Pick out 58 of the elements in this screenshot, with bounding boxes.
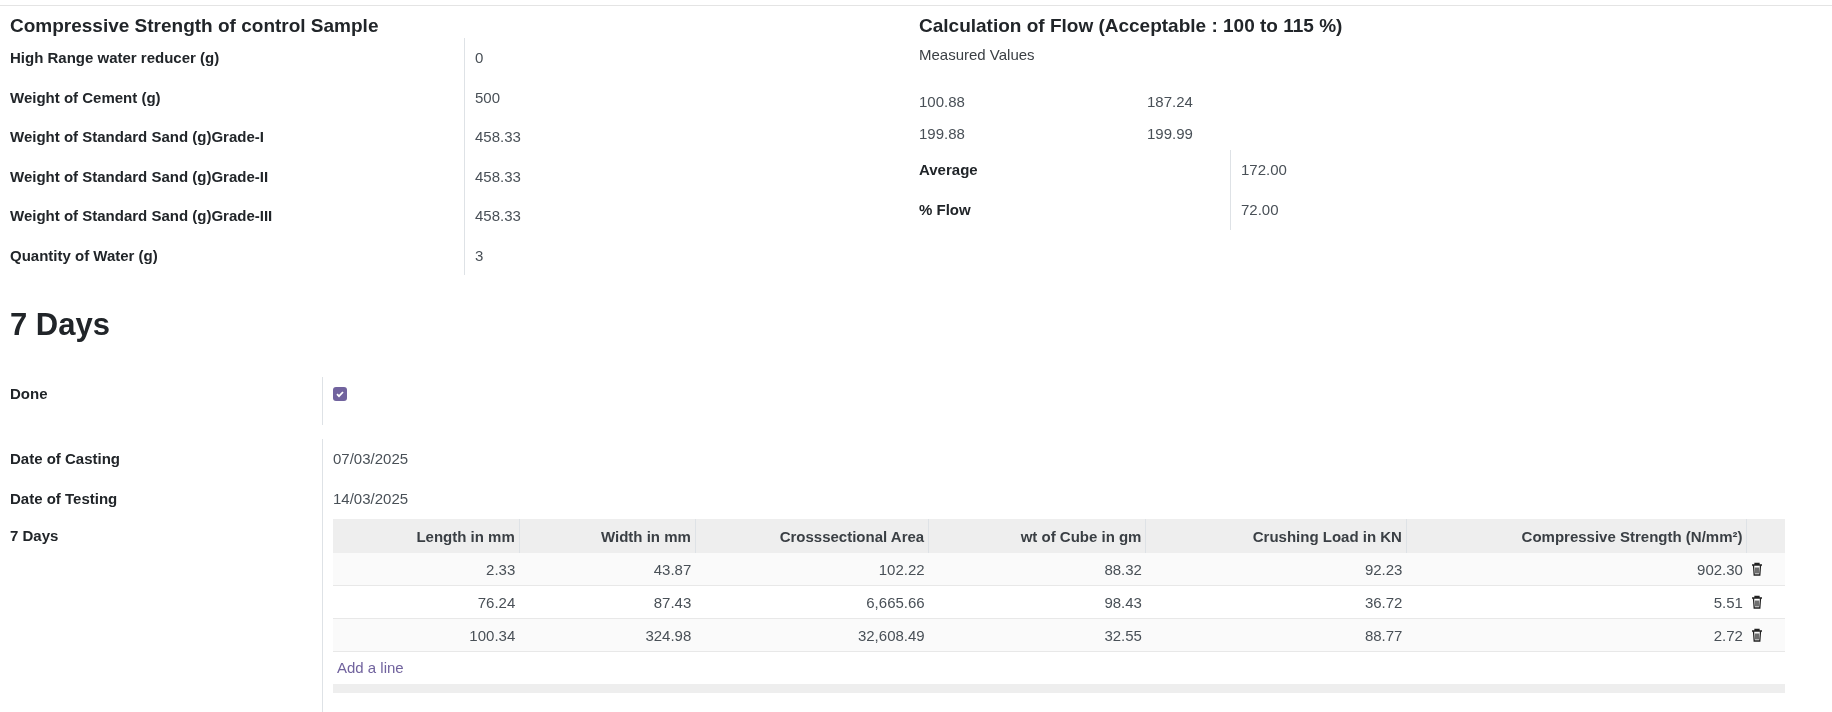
table-cell: 76.24 <box>333 585 520 619</box>
field-value: 172.00 <box>1230 150 1832 190</box>
table-cell: 88.77 <box>1145 618 1407 652</box>
table-cell: 100.34 <box>333 618 520 652</box>
checkbox[interactable] <box>333 387 347 401</box>
table-cell: 324.98 <box>519 618 696 652</box>
field-value: 0 <box>464 38 919 78</box>
field-value: 3 <box>464 235 919 275</box>
table-cell: 102.22 <box>695 553 929 586</box>
field-label: Quantity of Water (g) <box>10 245 159 266</box>
section-heading: 7 Days <box>10 306 111 344</box>
field-label: Weight of Standard Sand (g)Grade-II <box>10 166 270 187</box>
table-cell: 32.55 <box>928 618 1146 652</box>
column-header[interactable]: Compressive Strength (N/mm²) <box>1406 519 1747 553</box>
field-label: High Range water reducer (g) <box>10 48 221 68</box>
measured-value: 187.24 <box>1147 92 1194 112</box>
trash-icon[interactable] <box>1750 628 1763 642</box>
field-label: Weight of Cement (g) <box>10 87 162 108</box>
column-header[interactable]: Length in mm <box>333 519 520 553</box>
section-title: Compressive Strength of control Sample <box>10 14 380 38</box>
table-cell: 43.87 <box>519 553 696 586</box>
field-label: Average <box>919 160 979 180</box>
section-title: Calculation of Flow (Acceptable : 100 to 115 %) <box>919 14 1344 38</box>
field-label: Date of Testing <box>10 489 119 509</box>
trash-icon[interactable] <box>1750 562 1763 576</box>
measured-value: 100.88 <box>919 92 966 112</box>
field-label: Date of Casting <box>10 449 121 469</box>
table-cell: 92.23 <box>1145 553 1407 586</box>
table-cell: 88.32 <box>928 553 1146 586</box>
table-cell: 5.51 <box>1406 585 1747 619</box>
table-cell: 87.43 <box>519 585 696 619</box>
field-label: Weight of Standard Sand (g)Grade-III <box>10 206 274 226</box>
field-label: % Flow <box>919 200 972 220</box>
subheading: Measured Values <box>919 45 1036 65</box>
table-cell: 6,665.66 <box>695 585 929 619</box>
column-header[interactable]: Width in mm <box>519 519 696 553</box>
table-cell: 2.72 <box>1406 618 1747 652</box>
table-cell: 32,608.49 <box>695 618 929 652</box>
trash-icon[interactable] <box>1750 595 1763 609</box>
table-cell: 36.72 <box>1145 585 1407 619</box>
field-value: 500 <box>464 77 919 117</box>
field-label: 7 Days <box>10 526 60 546</box>
add-line-link[interactable]: Add a line <box>337 656 404 680</box>
measured-value: 199.88 <box>919 124 966 144</box>
table-cell: 98.43 <box>928 585 1146 619</box>
column-header[interactable]: wt of Cube in gm <box>928 519 1146 553</box>
field-value: 72.00 <box>1230 190 1832 230</box>
field-value: 458.33 <box>464 156 919 196</box>
field-value: 458.33 <box>464 117 919 157</box>
table-cell: 2.33 <box>333 553 520 586</box>
field-value: 458.33 <box>464 196 919 236</box>
field-label: Weight of Standard Sand (g)Grade-I <box>10 127 265 147</box>
column-header[interactable]: Crosssectional Area <box>695 519 929 553</box>
field-label: Done <box>10 384 49 404</box>
date-field[interactable]: 07/03/2025 <box>322 439 1832 479</box>
column-header[interactable]: Crushing Load in KN <box>1145 519 1407 553</box>
table-cell: 902.30 <box>1406 553 1747 586</box>
measured-value: 199.99 <box>1147 124 1194 144</box>
